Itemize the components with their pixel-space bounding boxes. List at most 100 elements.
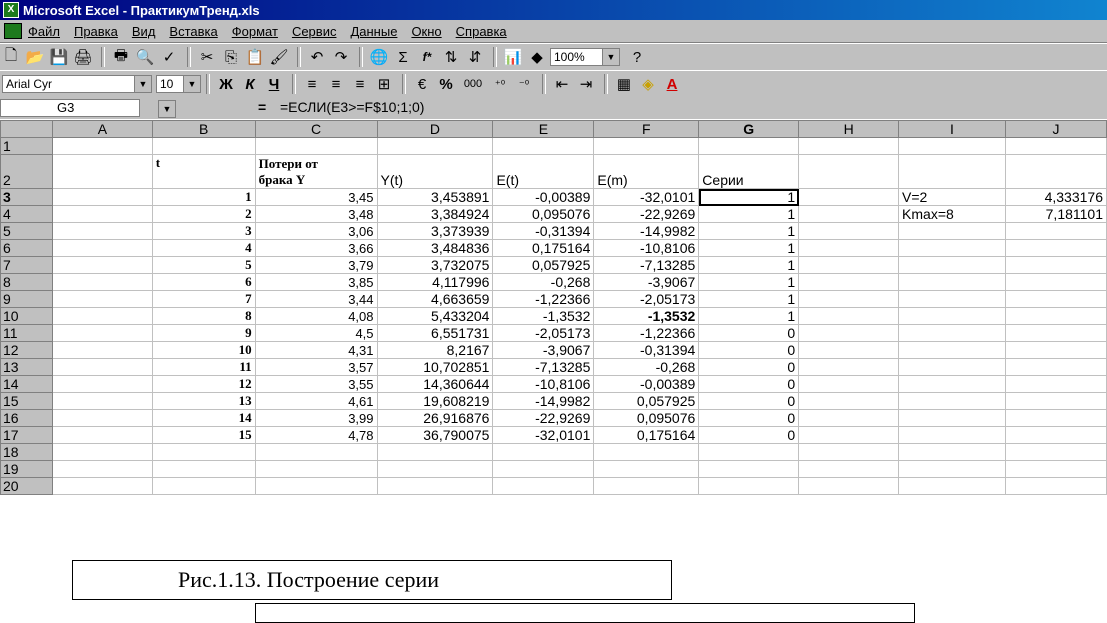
cell-d20[interactable] — [376, 477, 494, 495]
cell-d10[interactable]: 5,433204 — [376, 307, 494, 325]
cell-g15[interactable]: 0 — [698, 392, 800, 410]
cell-h14[interactable] — [798, 375, 900, 393]
cell-h16[interactable] — [798, 409, 900, 427]
cell-d2[interactable]: Y(t) — [376, 154, 494, 189]
cell-j3[interactable]: 4,333176 — [1004, 188, 1107, 206]
cell-a10[interactable] — [51, 307, 153, 325]
cell-b12[interactable]: 10 — [151, 341, 256, 359]
cell-f19[interactable] — [593, 460, 700, 478]
cell-b19[interactable] — [151, 460, 256, 478]
cell-h19[interactable] — [798, 460, 900, 478]
spelling-icon[interactable]: ✓ — [158, 46, 180, 68]
cell-d14[interactable]: 14,360644 — [376, 375, 494, 393]
cell-e1[interactable] — [492, 137, 595, 155]
cell-i7[interactable] — [898, 256, 1006, 274]
column-header-f[interactable]: F — [593, 120, 700, 138]
cell-g19[interactable] — [698, 460, 800, 478]
cell-b18[interactable] — [151, 443, 256, 461]
cell-e13[interactable]: -7,13285 — [492, 358, 595, 376]
cell-b17[interactable]: 15 — [151, 426, 256, 444]
row-header[interactable]: 3 — [0, 188, 53, 206]
cell-g3[interactable]: 1 — [698, 188, 800, 206]
help-icon[interactable]: ? — [626, 46, 648, 68]
decrease-indent-icon[interactable]: ⇤ — [551, 73, 573, 95]
cell-i2[interactable] — [898, 154, 1006, 189]
cell-j9[interactable] — [1004, 290, 1107, 308]
cell-i18[interactable] — [898, 443, 1006, 461]
row-header[interactable]: 12 — [0, 341, 53, 359]
fill-color-icon[interactable]: ◈ — [637, 73, 659, 95]
cell-e20[interactable] — [492, 477, 595, 495]
undo-icon[interactable]: ↶ — [306, 46, 328, 68]
merge-center-icon[interactable]: ⊞ — [373, 73, 395, 95]
cell-e17[interactable]: -32,0101 — [492, 426, 595, 444]
row-header[interactable]: 20 — [0, 477, 53, 495]
cell-a16[interactable] — [51, 409, 153, 427]
cell-h20[interactable] — [798, 477, 900, 495]
cell-j4[interactable]: 7,181101 — [1004, 205, 1107, 223]
cell-c1[interactable] — [254, 137, 378, 155]
cell-e6[interactable]: 0,175164 — [492, 239, 595, 257]
row-header[interactable]: 9 — [0, 290, 53, 308]
cell-g10[interactable]: 1 — [698, 307, 800, 325]
row-header[interactable]: 17 — [0, 426, 53, 444]
cell-h12[interactable] — [798, 341, 900, 359]
cell-a2[interactable] — [51, 154, 153, 189]
cell-i5[interactable] — [898, 222, 1006, 240]
cell-a11[interactable] — [51, 324, 153, 342]
cell-d7[interactable]: 3,732075 — [376, 256, 494, 274]
cell-e7[interactable]: 0,057925 — [492, 256, 595, 274]
autosum-icon[interactable]: Σ — [392, 46, 414, 68]
cell-d6[interactable]: 3,484836 — [376, 239, 494, 257]
cell-j16[interactable] — [1004, 409, 1107, 427]
cell-i9[interactable] — [898, 290, 1006, 308]
cell-j17[interactable] — [1004, 426, 1107, 444]
cell-d15[interactable]: 19,608219 — [376, 392, 494, 410]
cell-i6[interactable] — [898, 239, 1006, 257]
cell-b5[interactable]: 3 — [151, 222, 256, 240]
cell-c13[interactable]: 3,57 — [254, 358, 378, 376]
row-header[interactable]: 7 — [0, 256, 53, 274]
cell-c15[interactable]: 4,61 — [254, 392, 378, 410]
cell-c10[interactable]: 4,08 — [254, 307, 378, 325]
cell-g12[interactable]: 0 — [698, 341, 800, 359]
print-icon[interactable]: 🖶 — [110, 46, 132, 68]
cell-g13[interactable]: 0 — [698, 358, 800, 376]
cell-f6[interactable]: -10,8106 — [593, 239, 700, 257]
cell-f16[interactable]: 0,095076 — [593, 409, 700, 427]
cell-f13[interactable]: -0,268 — [593, 358, 700, 376]
cell-f14[interactable]: -0,00389 — [593, 375, 700, 393]
cell-i20[interactable] — [898, 477, 1006, 495]
thousands-button[interactable]: 000 — [459, 73, 487, 95]
cell-e16[interactable]: -22,9269 — [492, 409, 595, 427]
cell-h8[interactable] — [798, 273, 900, 291]
cell-h17[interactable] — [798, 426, 900, 444]
cell-b13[interactable]: 11 — [151, 358, 256, 376]
cell-b2[interactable]: t — [151, 154, 256, 189]
row-header[interactable]: 6 — [0, 239, 53, 257]
cell-f3[interactable]: -32,0101 — [593, 188, 700, 206]
cell-j15[interactable] — [1004, 392, 1107, 410]
cell-a4[interactable] — [51, 205, 153, 223]
cell-i4[interactable]: Kmax=8 — [898, 205, 1006, 223]
cell-b8[interactable]: 6 — [151, 273, 256, 291]
cell-i19[interactable] — [898, 460, 1006, 478]
cell-h2[interactable] — [798, 154, 900, 189]
cell-d8[interactable]: 4,117996 — [376, 273, 494, 291]
cell-j1[interactable] — [1004, 137, 1107, 155]
menu-edit[interactable]: Правка — [74, 24, 118, 39]
cell-j11[interactable] — [1004, 324, 1107, 342]
cell-e8[interactable]: -0,268 — [492, 273, 595, 291]
cell-g18[interactable] — [698, 443, 800, 461]
cell-i14[interactable] — [898, 375, 1006, 393]
cell-f8[interactable]: -3,9067 — [593, 273, 700, 291]
select-all-corner[interactable] — [0, 120, 53, 138]
cell-g7[interactable]: 1 — [698, 256, 800, 274]
cell-a14[interactable] — [51, 375, 153, 393]
cell-b1[interactable] — [151, 137, 256, 155]
paste-icon[interactable]: 📋 — [244, 46, 266, 68]
cell-j14[interactable] — [1004, 375, 1107, 393]
cell-d17[interactable]: 36,790075 — [376, 426, 494, 444]
sort-ascending-icon[interactable]: ⇅ — [440, 46, 462, 68]
cell-a13[interactable] — [51, 358, 153, 376]
